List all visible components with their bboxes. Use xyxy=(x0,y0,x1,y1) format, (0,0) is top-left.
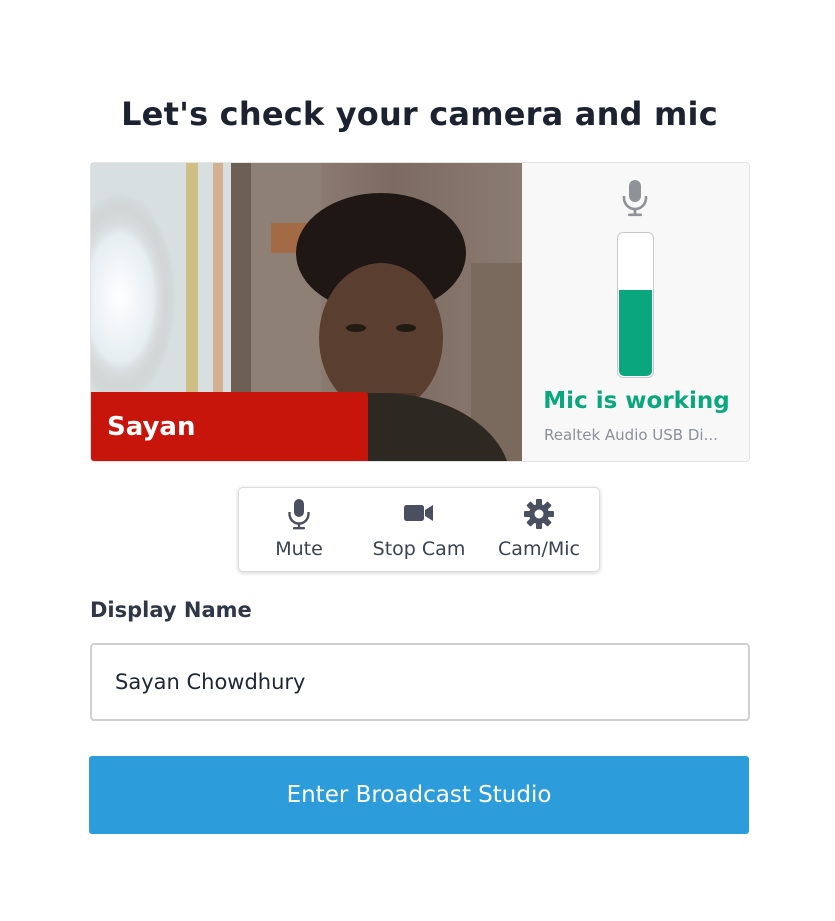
cam-mic-label: Cam/Mic xyxy=(498,538,580,560)
gear-icon xyxy=(479,498,599,529)
camera-mic-check-page: Let's check your camera and mic Sayan Mi… xyxy=(0,0,835,921)
display-name-label: Display Name xyxy=(90,598,252,622)
microphone-icon xyxy=(620,178,650,222)
mic-level-fill xyxy=(619,289,652,376)
camera-preview: Sayan Chowdhury xyxy=(91,163,522,461)
stop-cam-button[interactable]: Stop Cam xyxy=(359,488,479,571)
page-title: Let's check your camera and mic xyxy=(121,95,718,133)
mute-label: Mute xyxy=(275,538,323,560)
mute-button[interactable]: Mute xyxy=(239,488,359,571)
mic-panel: Mic is working Realtek Audio USB Di... xyxy=(522,163,749,461)
enter-broadcast-studio-button[interactable]: Enter Broadcast Studio xyxy=(89,756,749,834)
video-camera-icon xyxy=(359,498,479,528)
participant-name-tag: Sayan Chowdhury xyxy=(91,392,368,461)
cam-mic-settings-button[interactable]: Cam/Mic xyxy=(479,488,599,571)
microphone-icon xyxy=(239,498,359,530)
stop-cam-label: Stop Cam xyxy=(372,538,466,560)
mic-level-meter xyxy=(617,232,654,378)
display-name-input[interactable] xyxy=(90,643,750,721)
media-controls: Mute Stop Cam Cam/Mic xyxy=(238,487,600,572)
mic-status-text: Mic is working xyxy=(543,388,730,414)
device-preview: Sayan Chowdhury Mic is working Realtek A… xyxy=(90,162,750,462)
mic-device-name: Realtek Audio USB Di... xyxy=(544,426,718,444)
